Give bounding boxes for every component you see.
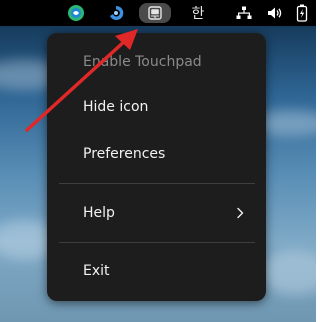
volume-icon[interactable]: [265, 3, 285, 23]
menu-item-label: Enable Touchpad: [83, 54, 202, 70]
menu-item-label: Hide icon: [83, 99, 149, 115]
green-circle-app-icon[interactable]: [66, 3, 86, 23]
menu-item-exit[interactable]: Exit: [47, 255, 266, 287]
menu-separator: [59, 183, 255, 184]
menu-item-enable-touchpad: Enable Touchpad: [47, 46, 266, 78]
network-wired-icon[interactable]: [234, 3, 254, 23]
top-panel: 한: [0, 0, 316, 26]
blue-swirl-app-icon[interactable]: [106, 3, 126, 23]
menu-item-hide-icon[interactable]: Hide icon: [47, 91, 266, 123]
menu-item-help[interactable]: Help: [47, 197, 266, 229]
battery-charging-icon[interactable]: [292, 3, 312, 23]
menu-item-preferences[interactable]: Preferences: [47, 138, 266, 170]
touchpad-icon[interactable]: [139, 3, 171, 23]
desktop: 한 Enable Touchpad Hide icon Preferences …: [0, 0, 316, 322]
menu-item-label: Help: [83, 205, 115, 221]
chevron-right-icon: [236, 207, 244, 219]
menu-separator: [59, 242, 255, 243]
touchpad-context-menu: Enable Touchpad Hide icon Preferences He…: [47, 33, 266, 301]
menu-item-label: Preferences: [83, 146, 166, 162]
hangul-input-icon[interactable]: 한: [188, 3, 208, 23]
menu-item-label: Exit: [83, 263, 110, 279]
input-method-label: 한: [191, 6, 205, 22]
